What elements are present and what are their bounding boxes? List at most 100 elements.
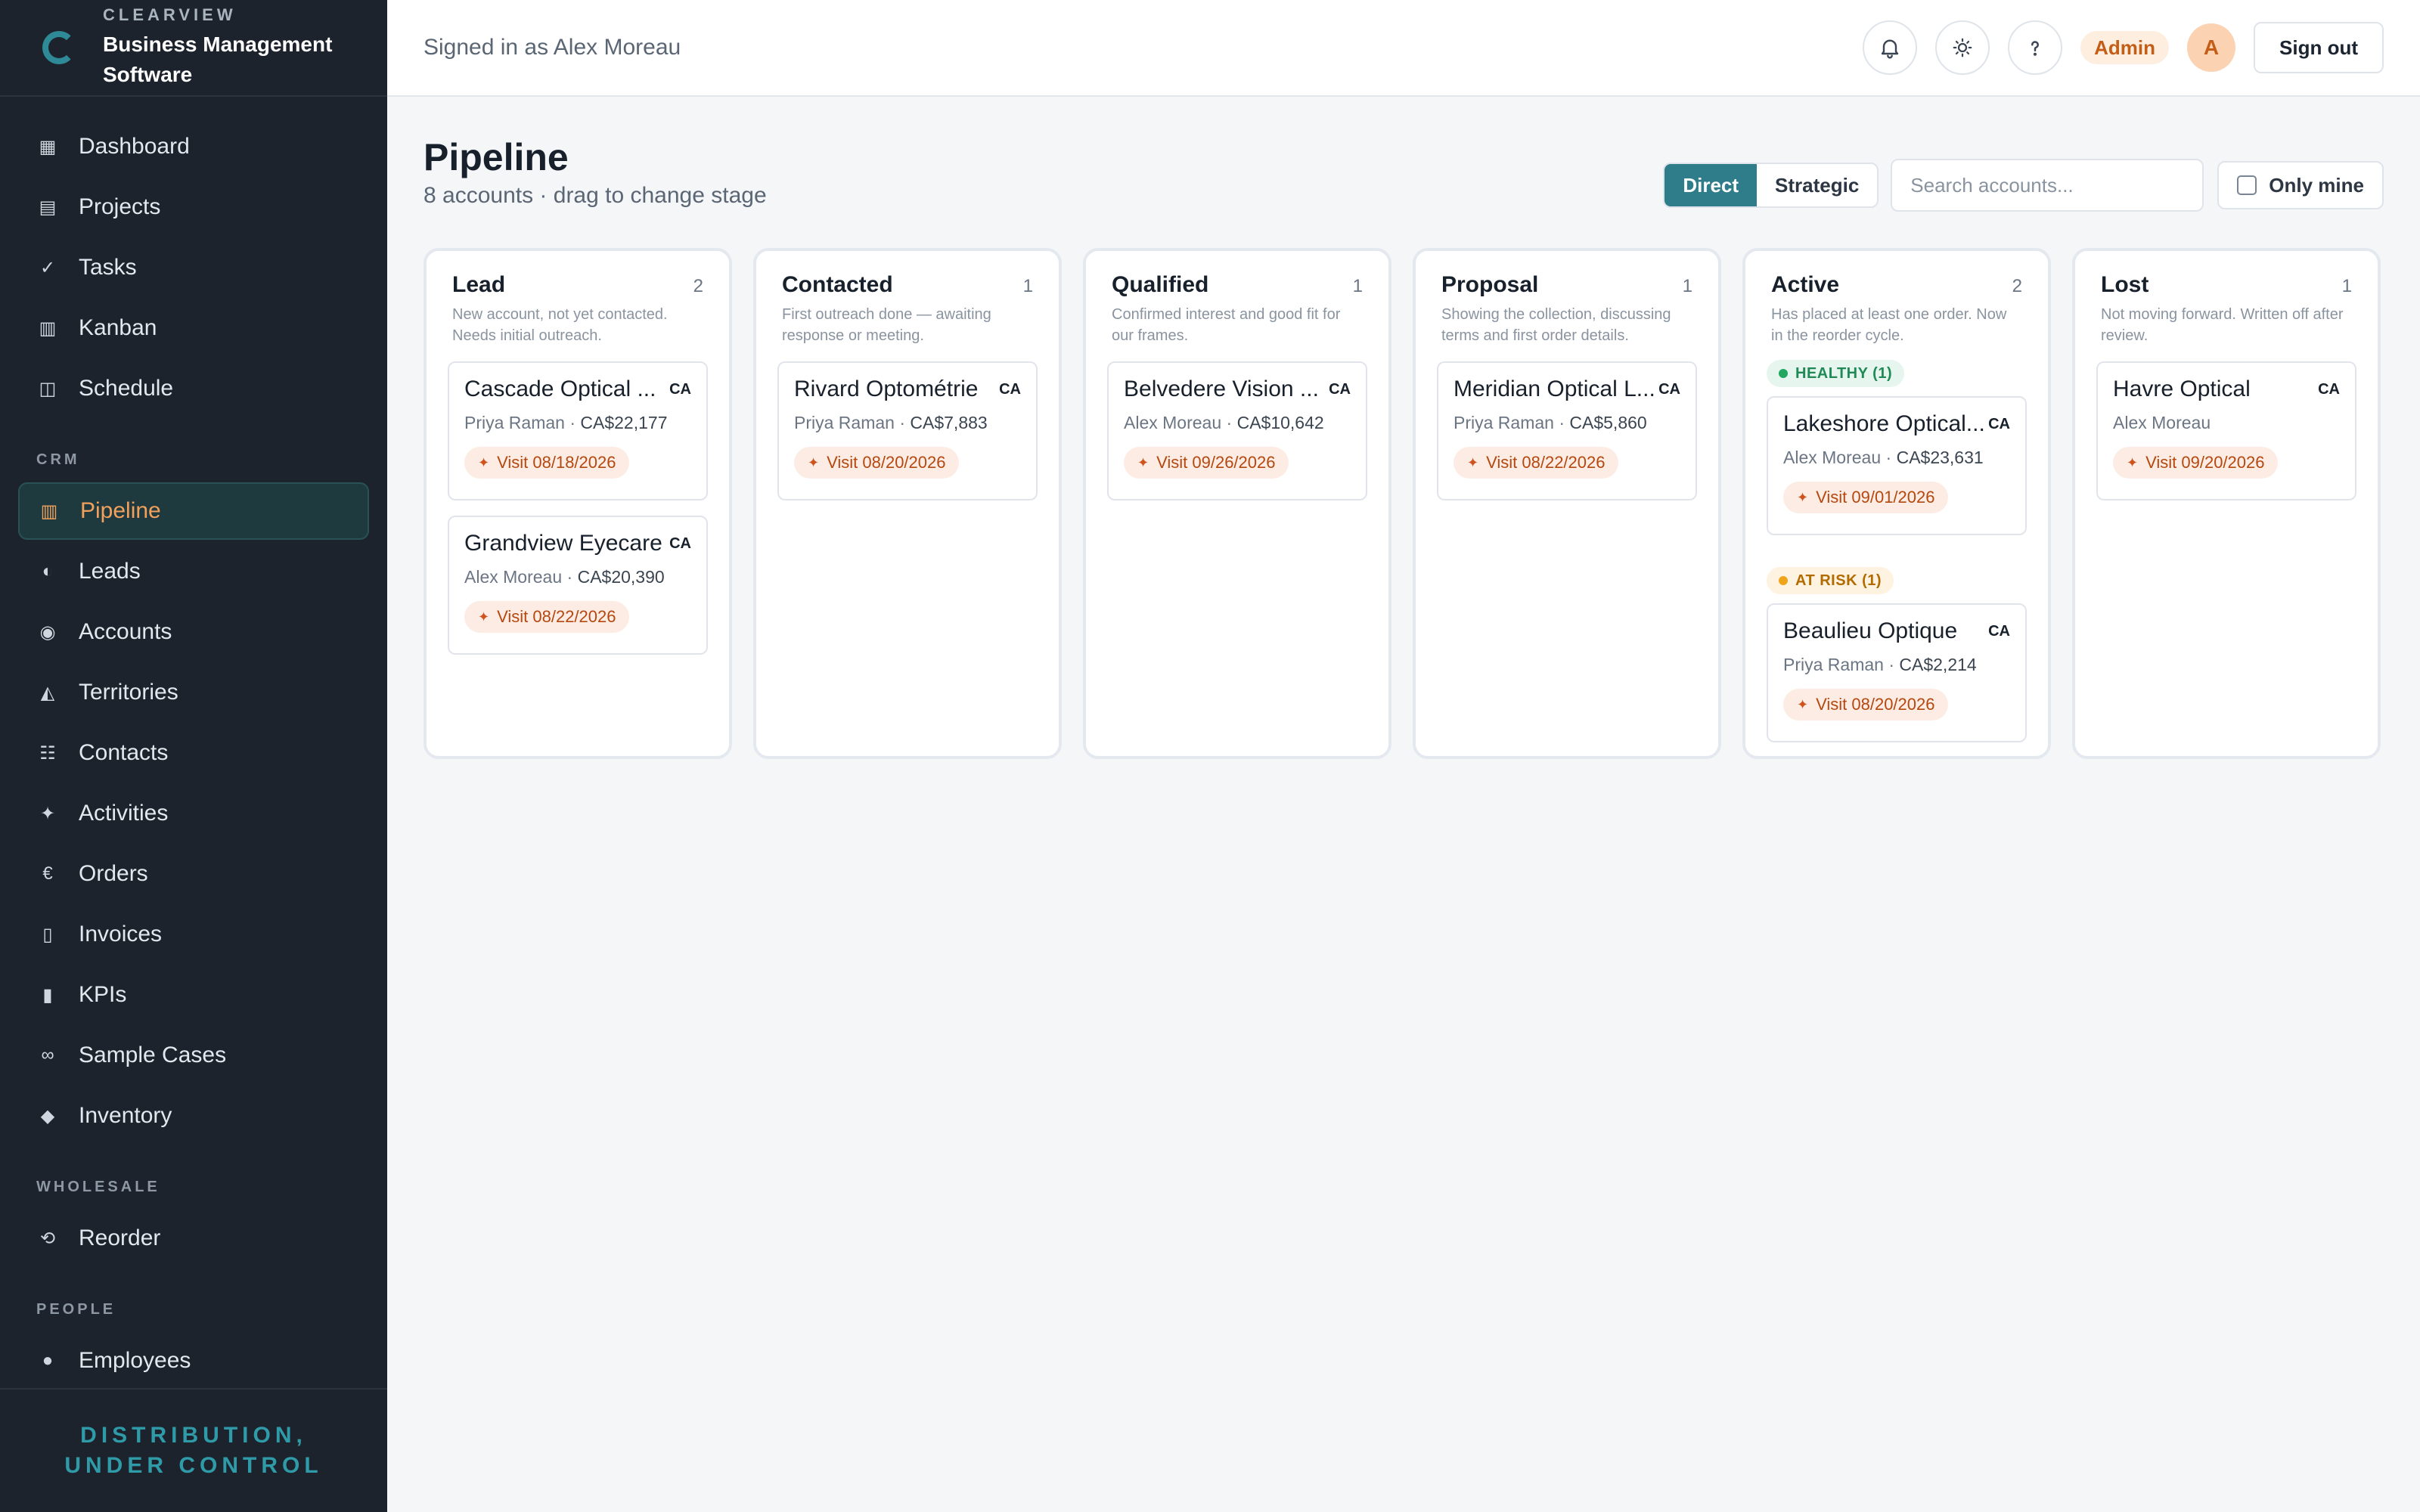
only-mine-toggle[interactable]: Only mine [2217, 161, 2384, 209]
sidebar-item-employees[interactable]: ● Employees [18, 1332, 369, 1390]
contacts-icon: ☷ [39, 742, 56, 764]
activities-icon: ✦ [39, 803, 56, 824]
sidebar-item-contacts[interactable]: ☷ Contacts [18, 724, 369, 782]
at-risk-dot-icon [1779, 576, 1788, 585]
orders-icon: € [42, 863, 53, 884]
account-owner: Alex Moreau [1124, 413, 1222, 432]
page-title: Pipeline [424, 136, 569, 178]
account-name: Rivard Optométrie [794, 376, 979, 401]
stage-description: Has placed at least one order. Now in th… [1771, 306, 2007, 344]
country-code: CA [669, 380, 691, 398]
sparkle-icon: ✦ [1137, 454, 1150, 470]
help-button[interactable] [2008, 20, 2063, 75]
segment-direct[interactable]: Direct [1665, 164, 1758, 206]
bell-icon [1881, 39, 1899, 59]
sidebar-item-projects[interactable]: ▤ Projects [18, 178, 369, 236]
sidebar-item-invoices[interactable]: ▯ Invoices [18, 906, 369, 963]
account-owner: Priya Raman [794, 413, 895, 432]
sidebar-item-label: KPIs [79, 982, 127, 1007]
account-owner: Alex Moreau [2113, 413, 2211, 432]
sidebar-item-kpis[interactable]: ▮ KPIs [18, 966, 369, 1024]
sidebar-item-leads[interactable]: ◐ Leads [18, 543, 369, 600]
account-name: Lakeshore Optical... [1783, 411, 1985, 436]
account-card[interactable]: Meridian Optical L... CA Priya Raman · C… [1437, 361, 1697, 500]
sidebar-item-label: Leads [79, 559, 141, 584]
sidebar-item-dashboard[interactable]: ▦ Dashboard [18, 118, 369, 175]
account-card[interactable]: Lakeshore Optical... CA Alex Moreau · CA… [1767, 396, 2027, 535]
clearview-logo-icon [42, 31, 76, 64]
stage-column-contacted: Contacted 1 First outreach done — awaiti… [753, 248, 1062, 759]
account-owner: Alex Moreau [1783, 448, 1882, 467]
sidebar-item-reorder[interactable]: ⟲ Reorder [18, 1210, 369, 1267]
stage-title: Contacted [782, 272, 893, 297]
invoices-icon: ▯ [42, 924, 53, 945]
stage-count: 2 [693, 276, 703, 296]
account-name: Belvedere Vision ... [1124, 376, 1319, 401]
only-mine-checkbox[interactable] [2237, 175, 2257, 195]
sidebar-item-tasks[interactable]: ✓ Tasks [18, 239, 369, 296]
sparkle-icon: ✦ [1797, 696, 1809, 712]
sidebar-item-label: Contacts [79, 740, 169, 765]
only-mine-label: Only mine [2269, 173, 2364, 197]
sidebar-item-orders[interactable]: € Orders [18, 845, 369, 903]
stage-title: Lost [2101, 272, 2149, 297]
account-card[interactable]: Cascade Optical ... CA Priya Raman · CA$… [448, 361, 708, 500]
account-owner: Priya Raman [1454, 413, 1554, 432]
sidebar-item-sample-cases[interactable]: ∞ Sample Cases [18, 1027, 369, 1084]
account-amount: CA$5,860 [1569, 413, 1647, 432]
page-header: Pipeline 8 accounts · drag to change sta… [424, 97, 2384, 248]
stage-title: Active [1771, 272, 1840, 297]
country-code: CA [999, 380, 1021, 398]
account-card[interactable]: Beaulieu Optique CA Priya Raman · CA$2,2… [1767, 603, 2027, 742]
kanban-icon: ▥ [39, 318, 57, 339]
sparkle-icon: ✦ [2127, 454, 2139, 470]
stage-description: First outreach done — awaiting response … [782, 306, 991, 344]
country-code: CA [1988, 622, 2010, 640]
account-name: Grandview Eyecare [464, 531, 662, 556]
sidebar-item-kanban[interactable]: ▥ Kanban [18, 299, 369, 357]
dashboard-icon: ▦ [39, 136, 57, 157]
healthy-group-label: HEALTHY (1) [1767, 360, 1905, 387]
account-name: Havre Optical [2113, 376, 2251, 401]
main-content: Pipeline 8 accounts · drag to change sta… [387, 97, 2420, 1512]
sparkle-icon: ✦ [1467, 454, 1479, 470]
account-amount: CA$7,883 [910, 413, 988, 432]
sidebar-item-label: Activities [79, 801, 169, 826]
account-amount: CA$10,642 [1236, 413, 1324, 432]
sidebar-item-activities[interactable]: ✦ Activities [18, 785, 369, 842]
stage-title: Lead [452, 272, 506, 297]
projects-icon: ▤ [39, 197, 57, 218]
stage-description: New account, not yet contacted. Needs in… [452, 306, 668, 344]
sidebar-item-pipeline[interactable]: ▥ Pipeline [18, 482, 369, 540]
stage-count: 1 [1352, 276, 1363, 296]
account-name: Beaulieu Optique [1783, 618, 1958, 643]
visit-badge: ✦ Visit 08/18/2026 [464, 447, 630, 479]
account-amount: CA$20,390 [577, 567, 665, 587]
sidebar-item-label: Inventory [79, 1103, 172, 1128]
sidebar-item-label: Territories [79, 680, 178, 705]
theme-toggle-button[interactable] [1935, 20, 1990, 75]
territories-icon: ◭ [40, 682, 55, 703]
pipeline-icon: ▥ [40, 500, 58, 522]
notifications-button[interactable] [1863, 20, 1918, 75]
account-card[interactable]: Rivard Optométrie CA Priya Raman · CA$7,… [777, 361, 1038, 500]
stage-count: 1 [1682, 276, 1692, 296]
account-amount: CA$22,177 [580, 413, 668, 432]
sidebar-item-accounts[interactable]: ◉ Accounts [18, 603, 369, 661]
employees-icon: ● [42, 1350, 54, 1371]
at-risk-group-label: AT RISK (1) [1767, 567, 1894, 594]
account-card[interactable]: Belvedere Vision ... CA Alex Moreau · CA… [1107, 361, 1367, 500]
sidebar-item-label: Dashboard [79, 134, 190, 159]
search-accounts-input[interactable] [1891, 159, 2204, 212]
sidebar-item-schedule[interactable]: ◫ Schedule [18, 360, 369, 417]
pipeline-controls: Direct Strategic Only mine [1663, 135, 2384, 212]
sign-out-button[interactable]: Sign out [2254, 22, 2384, 73]
segment-strategic[interactable]: Strategic [1757, 164, 1877, 206]
sidebar-item-inventory[interactable]: ◆ Inventory [18, 1087, 369, 1145]
account-card[interactable]: Grandview Eyecare CA Alex Moreau · CA$20… [448, 516, 708, 655]
sidebar-item-label: Tasks [79, 255, 137, 280]
sidebar-item-territories[interactable]: ◭ Territories [18, 664, 369, 721]
brand-name: Business Management Software [103, 33, 333, 86]
account-card[interactable]: Havre Optical CA Alex Moreau ✦ Visit 09/2… [2096, 361, 2356, 500]
avatar[interactable]: A [2187, 23, 2236, 72]
